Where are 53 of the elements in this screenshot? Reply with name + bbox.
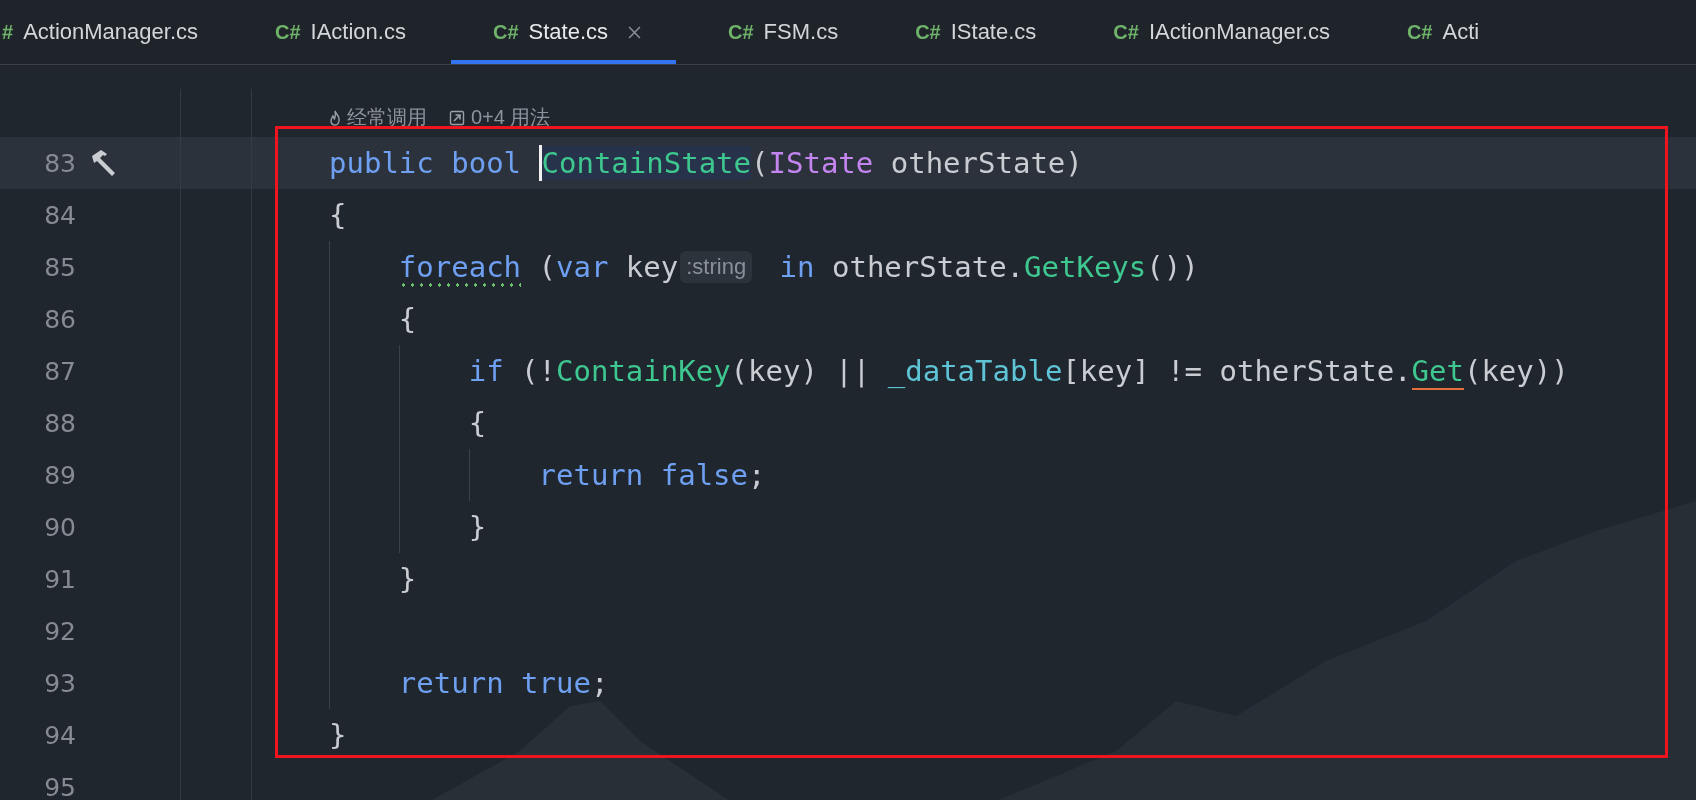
- code-text: {: [468, 406, 487, 440]
- csharp-file-icon: C#: [492, 20, 519, 44]
- csharp-file-icon: C#: [1113, 20, 1139, 44]
- tab-label: IAction.cs: [310, 19, 406, 45]
- line-number: 87: [44, 356, 76, 386]
- tab-label: IActionManager.cs: [1148, 19, 1330, 45]
- line-number: 86: [44, 304, 76, 334]
- file-tab[interactable]: # ActionManager.cs: [0, 0, 233, 64]
- line-number: 94: [44, 720, 76, 750]
- flame-icon: [329, 109, 341, 126]
- file-tab[interactable]: C# IState.cs: [873, 0, 1072, 64]
- csharp-file-icon: C#: [275, 20, 301, 44]
- type-hint: :string: [680, 251, 753, 283]
- tab-label: IState.cs: [950, 19, 1037, 45]
- line-number: 95: [44, 772, 76, 800]
- line-number: 85: [44, 252, 76, 282]
- tab-label: ActionManager.cs: [23, 19, 198, 45]
- line-number: 90: [44, 512, 76, 542]
- line-number: 91: [44, 564, 76, 594]
- code-text: ContainState: [541, 146, 752, 180]
- code-text: (IState otherState): [751, 146, 1083, 180]
- tab-label: Acti: [1442, 19, 1480, 45]
- code-text: in otherState.GetKeys()): [779, 250, 1199, 284]
- line-number: 92: [44, 616, 76, 646]
- code-text: foreach (var key: [398, 250, 679, 284]
- line-number: 89: [44, 460, 76, 490]
- code-lens-link[interactable]: 0+4 用法: [449, 104, 551, 131]
- code-text: return true;: [398, 666, 609, 700]
- line-number: 88: [44, 408, 76, 438]
- file-tab[interactable]: C# IAction.cs: [233, 0, 441, 64]
- code-lens-link[interactable]: 经常调用: [329, 104, 427, 131]
- code-text: {: [398, 302, 417, 336]
- code-text: }: [468, 510, 487, 544]
- file-tab[interactable]: C# Acti: [1364, 0, 1515, 64]
- tab-label: State.cs: [528, 19, 608, 45]
- line-number: 83: [44, 148, 76, 178]
- code-text: public bool: [329, 146, 523, 180]
- csharp-file-icon: C#: [915, 20, 941, 44]
- csharp-file-icon: C#: [728, 20, 754, 44]
- code-text: if (!ContainKey(key) || _dataTable[key] != otherState.Get(key)): [468, 354, 1569, 388]
- tab-label: FSM.cs: [763, 19, 839, 45]
- code-text: return false;: [538, 458, 766, 492]
- line-number: 93: [44, 668, 76, 698]
- csharp-file-icon: #: [2, 20, 14, 44]
- code-text: }: [398, 562, 417, 596]
- csharp-file-icon: C#: [1406, 20, 1433, 44]
- code-text: }: [329, 718, 347, 752]
- close-icon[interactable]: [628, 25, 641, 39]
- arrow-box-icon: [449, 109, 465, 126]
- code-text: {: [329, 198, 347, 232]
- line-number: 84: [44, 200, 76, 230]
- file-tab[interactable]: C# IActionManager.cs: [1071, 0, 1365, 64]
- file-tab[interactable]: C# FSM.cs: [686, 0, 874, 64]
